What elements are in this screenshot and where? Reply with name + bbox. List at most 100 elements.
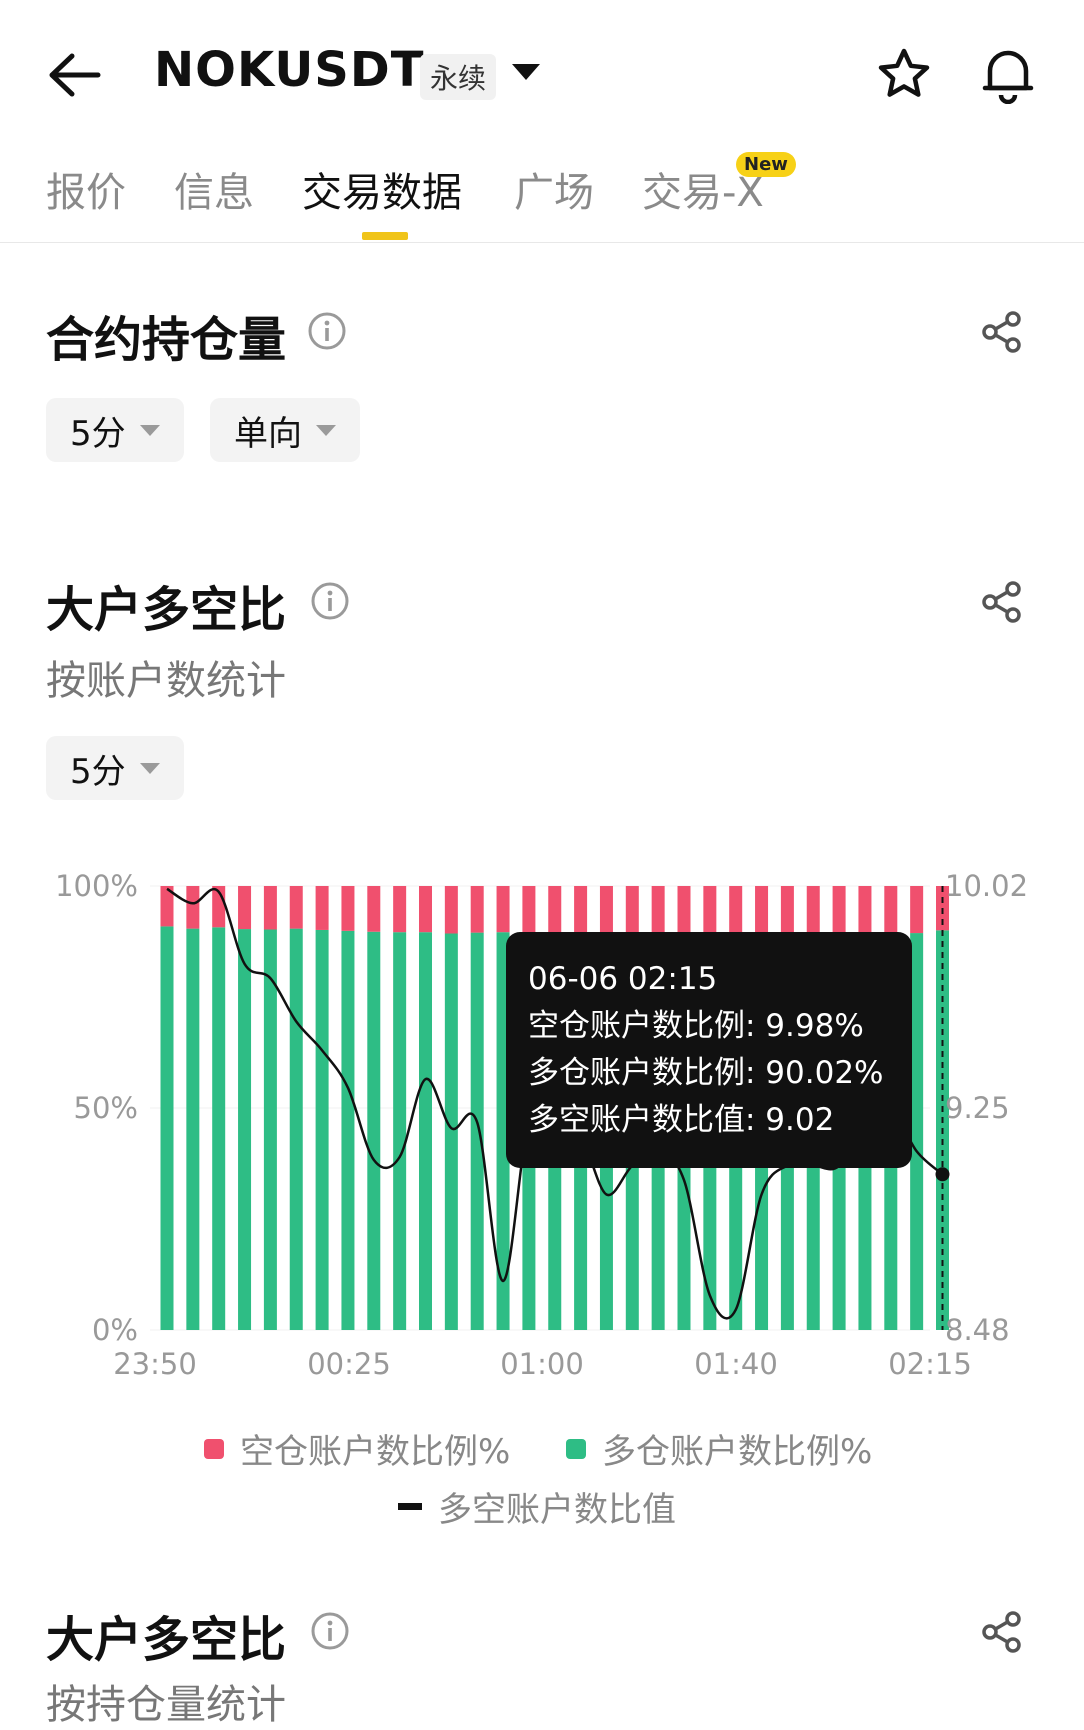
short-bar (832, 886, 846, 934)
short-bar (522, 886, 536, 934)
long-bar (263, 929, 277, 1330)
x-axis-tick: 23:50 (113, 1347, 197, 1381)
long-bar (238, 929, 252, 1330)
share-icon[interactable] (980, 580, 1024, 624)
star-icon[interactable] (876, 46, 932, 102)
long-bar (315, 929, 329, 1330)
short-bar (910, 886, 924, 934)
perpetual-badge: 永续 (420, 54, 497, 100)
tooltip-long-ratio: 多仓账户数比例: 90.02% (528, 1055, 884, 1091)
short-bar (315, 886, 329, 930)
share-icon[interactable] (980, 310, 1024, 354)
mode-select[interactable]: 单向 (210, 398, 360, 462)
info-icon[interactable] (310, 581, 350, 621)
short-bar (186, 886, 200, 929)
short-bar (444, 886, 458, 934)
interval-select[interactable]: 5分 (46, 736, 184, 800)
short-bar (574, 886, 588, 934)
short-bar (470, 886, 484, 933)
active-tab-indicator (362, 232, 408, 240)
symbol-title[interactable]: NOKUSDT (154, 42, 424, 98)
right-axis-tick: 9.25 (945, 1091, 1010, 1125)
short-bar (263, 886, 277, 930)
long-bar (289, 928, 303, 1330)
tooltip-ratio-value: 多空账户数比值: 9.02 (528, 1102, 835, 1138)
new-badge: New (736, 152, 796, 177)
short-bar (341, 886, 355, 931)
short-bar (729, 886, 743, 937)
short-bar (651, 886, 665, 934)
chart-tooltip: 06-06 02:15 空仓账户数比例: 9.98% 多仓账户数比例: 90.0… (506, 932, 912, 1168)
top-ratio-subtitle: 按账户数统计 (46, 658, 286, 704)
legend-short[interactable]: 空仓账户数比例% (204, 1424, 510, 1473)
short-bar (858, 886, 872, 935)
x-axis-tick: 01:00 (500, 1347, 584, 1381)
short-bar (419, 886, 432, 933)
legend-short-swatch (204, 1438, 224, 1459)
long-bar (444, 933, 458, 1330)
chevron-down-icon[interactable] (512, 64, 540, 80)
long-bar (367, 931, 381, 1330)
short-bar (625, 886, 639, 935)
interval-value: 5分 (70, 751, 126, 792)
tooltip-time: 06-06 02:15 (528, 961, 718, 997)
share-icon[interactable] (980, 1610, 1024, 1654)
long-bar (419, 932, 432, 1330)
tab-trading-data[interactable]: 交易数据 (302, 160, 462, 218)
legend-ratio-label: 多空账户数比值 (438, 1490, 676, 1530)
legend-ratio[interactable]: 多空账户数比值 (398, 1482, 676, 1531)
short-bar (755, 886, 769, 934)
short-bar (677, 886, 691, 935)
short-bar (238, 886, 252, 930)
short-bar (367, 886, 381, 932)
caret-down-icon (139, 762, 160, 774)
short-bar (806, 886, 820, 934)
left-axis-tick: 50% (74, 1091, 138, 1125)
interval-value: 5分 (70, 413, 126, 454)
info-icon[interactable] (307, 311, 347, 351)
legend-long[interactable]: 多仓账户数比例% (566, 1424, 872, 1473)
tab-bar: 报价 信息 交易数据 广场 交易-X New (0, 150, 1084, 243)
long-bar (470, 932, 484, 1330)
short-bar (496, 886, 510, 933)
short-bar (599, 886, 613, 933)
tab-info[interactable]: 信息 (174, 160, 254, 218)
x-axis-tick: 01:40 (694, 1347, 778, 1381)
long-bar (910, 933, 924, 1330)
mode-value: 单向 (234, 413, 302, 454)
right-axis-tick: 8.48 (945, 1313, 1010, 1347)
x-axis-tick: 00:25 (307, 1347, 391, 1381)
caret-down-icon (139, 424, 160, 436)
legend-ratio-swatch (398, 1503, 422, 1510)
top-ratio-position-subtitle: 按持仓量统计 (46, 1682, 286, 1728)
left-axis-tick: 0% (92, 1313, 138, 1347)
legend-long-swatch (566, 1438, 586, 1459)
top-ratio-position-title: 大户多空比 (46, 1612, 287, 1668)
info-icon[interactable] (310, 1611, 350, 1651)
short-bar (289, 886, 303, 929)
long-bar (393, 932, 407, 1330)
long-bar (160, 926, 174, 1330)
interval-select[interactable]: 5分 (46, 398, 184, 462)
tab-quote[interactable]: 报价 (46, 160, 126, 218)
tooltip-short-ratio: 空仓账户数比例: 9.98% (528, 1008, 864, 1044)
legend-short-label: 空仓账户数比例% (240, 1432, 511, 1472)
left-axis-tick: 100% (55, 869, 138, 903)
top-ratio-title: 大户多空比 (46, 582, 287, 638)
caret-down-icon (316, 424, 336, 436)
open-interest-title: 合约持仓量 (46, 312, 287, 368)
tab-square[interactable]: 广场 (514, 160, 594, 218)
short-bar (393, 886, 407, 933)
short-bar (884, 886, 898, 934)
long-bar (341, 930, 355, 1330)
short-bar (780, 886, 794, 934)
x-axis-tick: 02:15 (888, 1347, 972, 1381)
bell-icon[interactable] (980, 44, 1036, 104)
short-bar (548, 886, 562, 936)
long-bar (212, 927, 226, 1330)
top-bar: NOKUSDT 永续 (0, 0, 1084, 150)
legend-long-label: 多仓账户数比例% (602, 1432, 873, 1472)
long-bar (186, 928, 200, 1330)
back-arrow-icon[interactable] (48, 50, 104, 100)
highlight-point (935, 1167, 950, 1182)
